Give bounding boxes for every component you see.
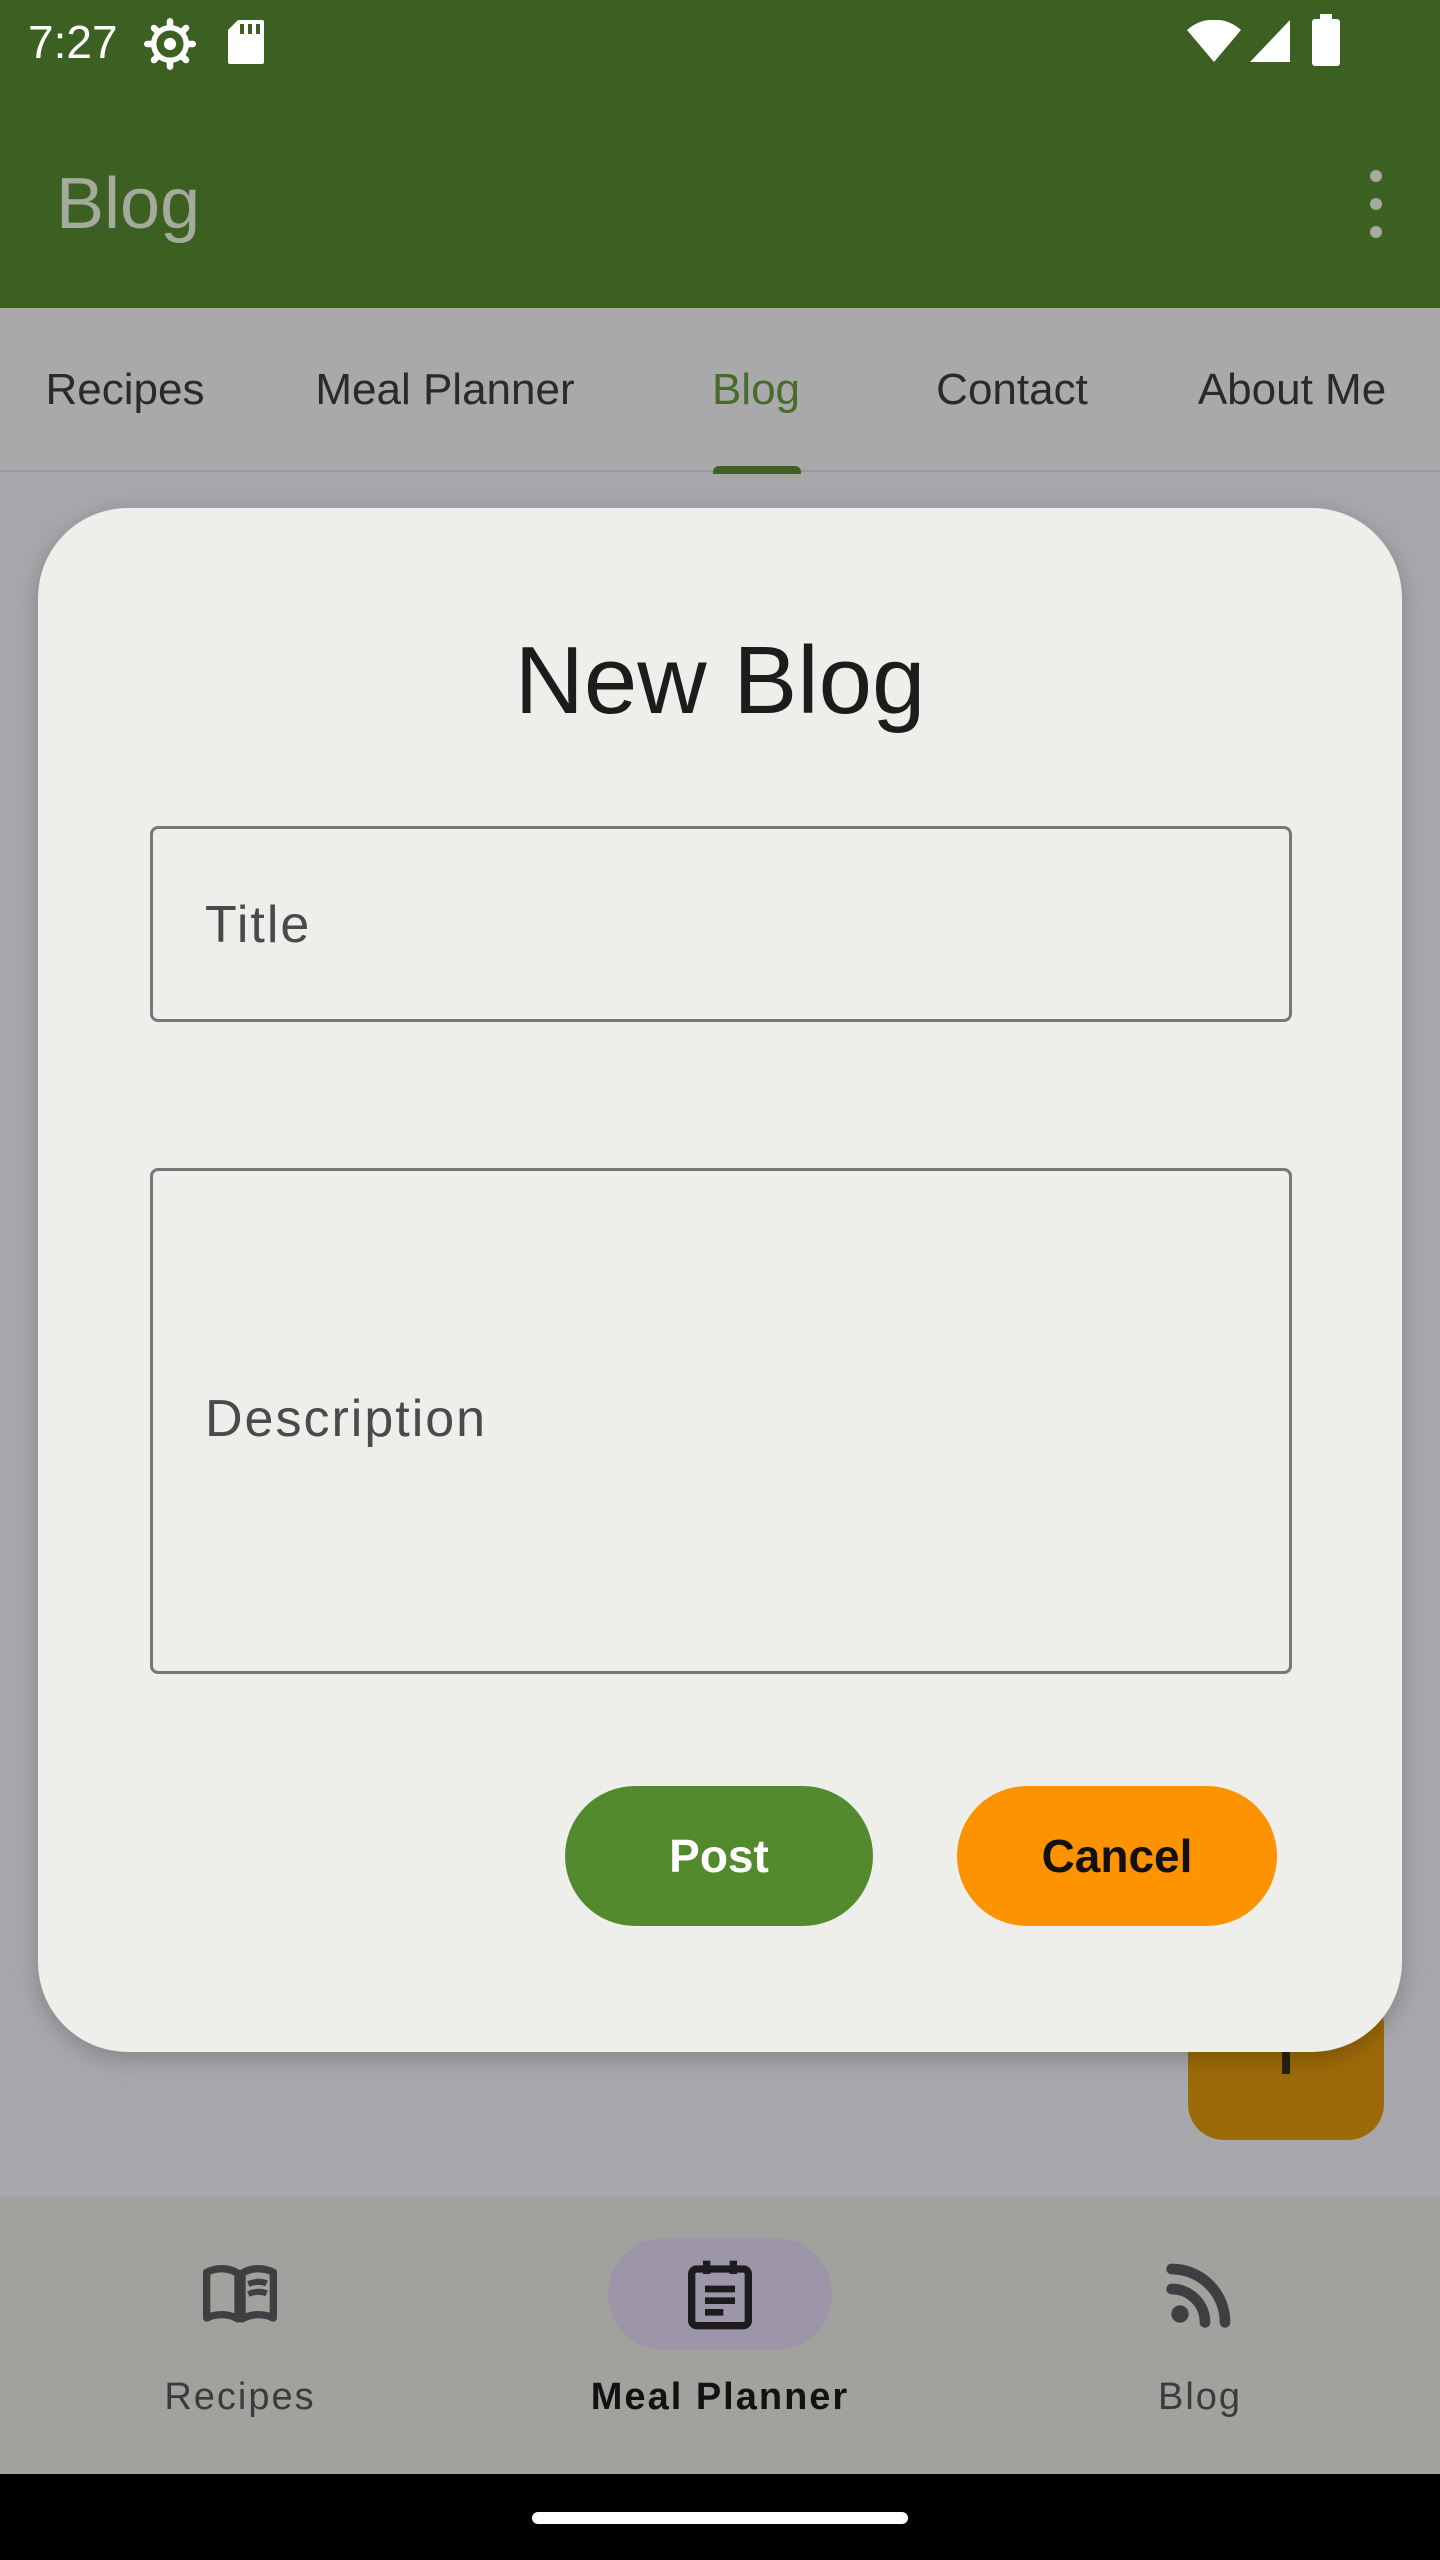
description-input[interactable]	[205, 1387, 1249, 1451]
wifi-icon	[1187, 20, 1241, 62]
nav-label: Recipes	[164, 2376, 316, 2418]
nav-label: Blog	[1157, 2376, 1243, 2418]
tab-label: Contact	[936, 365, 1088, 414]
system-navigation-bar	[0, 2474, 1440, 2560]
post-button[interactable]: Post	[565, 1786, 873, 1926]
description-field[interactable]	[150, 1168, 1292, 1674]
sd-card-icon	[228, 20, 264, 64]
tab-label: About Me	[1197, 365, 1387, 414]
calendar-list-icon	[688, 2260, 752, 2330]
title-input[interactable]	[205, 893, 1249, 957]
cell-signal-icon	[1250, 20, 1290, 62]
bottom-nav-recipes[interactable]: Recipes	[0, 2196, 480, 2474]
tab-bar: Recipes Meal Planner Blog Contact About …	[0, 308, 1440, 472]
app-bar: Blog	[0, 84, 1440, 308]
tab-about-me[interactable]: About Me	[1152, 308, 1432, 472]
tab-label: Meal Planner	[315, 365, 575, 414]
rss-feed-icon	[1166, 2263, 1231, 2328]
status-bar: 7:27	[0, 0, 1440, 84]
bottom-nav-blog[interactable]: Blog	[960, 2196, 1440, 2474]
settings-gear-icon	[144, 18, 196, 70]
tab-blog[interactable]: Blog	[640, 308, 872, 472]
more-vert-icon[interactable]	[1352, 164, 1400, 244]
nav-label: Meal Planner	[590, 2376, 850, 2418]
new-blog-dialog: New Blog Post Cancel	[38, 508, 1402, 2052]
cancel-button[interactable]: Cancel	[957, 1786, 1277, 1926]
tab-meal-planner[interactable]: Meal Planner	[250, 308, 640, 472]
home-gesture-handle[interactable]	[532, 2512, 908, 2524]
dialog-title: New Blog	[514, 627, 926, 734]
bottom-nav-meal-planner[interactable]: Meal Planner	[480, 2196, 960, 2474]
status-time: 7:27	[28, 16, 118, 68]
battery-icon	[1312, 14, 1340, 66]
tab-label: Recipes	[45, 365, 205, 414]
app-bar-title: Blog	[56, 164, 201, 244]
tab-contact[interactable]: Contact	[872, 308, 1152, 472]
book-open-icon	[203, 2265, 278, 2323]
tab-label: Blog	[711, 365, 801, 414]
tab-recipes[interactable]: Recipes	[0, 308, 250, 472]
bottom-navigation: Recipes Meal Planner Blog	[0, 2196, 1440, 2474]
title-field[interactable]	[150, 826, 1292, 1022]
